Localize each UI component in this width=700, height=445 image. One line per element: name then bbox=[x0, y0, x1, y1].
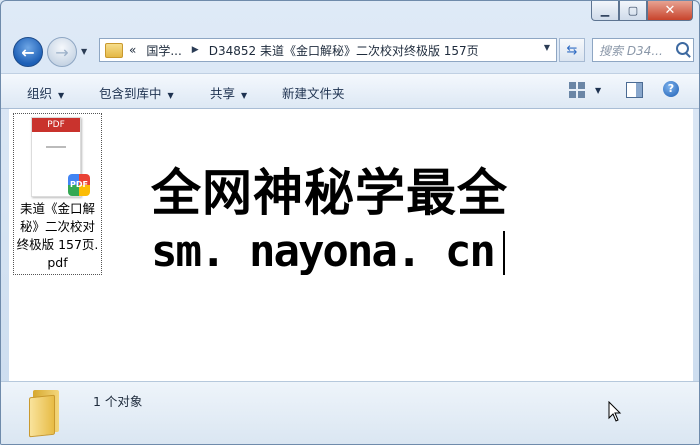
banner-line-2: sm. nayona. cn bbox=[151, 226, 496, 277]
organize-button[interactable]: 组织 ▼ bbox=[27, 83, 64, 102]
share-button[interactable]: 共享 ▼ bbox=[210, 83, 247, 102]
preview-pane-icon[interactable] bbox=[626, 82, 643, 98]
close-button[interactable]: ✕ bbox=[647, 1, 693, 21]
recent-pages-dropdown-icon[interactable]: ▼ bbox=[81, 47, 87, 56]
folder-icon bbox=[29, 390, 63, 438]
share-label: 共享 bbox=[210, 86, 236, 101]
item-count: 1 个对象 bbox=[93, 394, 143, 409]
watermark-banner: 全网神秘学最全 sm. nayona. cn bbox=[149, 161, 554, 285]
chevron-down-icon: ▼ bbox=[241, 91, 248, 100]
caption-buttons: ▁ ▢ ✕ bbox=[591, 1, 693, 21]
banner-line-1: 全网神秘学最全 bbox=[151, 164, 508, 222]
search-input[interactable]: 搜索 D34... bbox=[592, 38, 694, 62]
search-placeholder: 搜索 D34... bbox=[599, 43, 663, 58]
view-dropdown-icon[interactable]: ▼ bbox=[595, 86, 601, 95]
pdf-thumbnail-header: PDF bbox=[32, 118, 80, 132]
minimize-button[interactable]: ▁ bbox=[591, 1, 619, 21]
breadcrumb-segment[interactable]: 国学... bbox=[146, 42, 181, 59]
include-in-library-button[interactable]: 包含到库中 ▼ bbox=[99, 83, 174, 102]
folder-icon bbox=[105, 42, 123, 58]
change-view-icon[interactable] bbox=[569, 82, 585, 98]
search-icon[interactable] bbox=[676, 42, 689, 55]
include-in-library-label: 包含到库中 bbox=[99, 86, 162, 101]
chevron-down-icon: ▼ bbox=[58, 91, 65, 100]
file-name-line: 秘》二次校对 bbox=[19, 219, 95, 234]
breadcrumb-separator-icon[interactable]: ▶ bbox=[192, 45, 199, 55]
thumbnail-text-line bbox=[46, 146, 66, 148]
navigation-bar: ← → ▼ « 国学... ▶ D34852 耒道《金口解秘》二次校对终极版 1… bbox=[9, 35, 694, 67]
file-name-line: 终极版 157页. bbox=[16, 237, 99, 252]
details-pane: 1 个对象 bbox=[1, 381, 699, 444]
chevron-down-icon: ▼ bbox=[167, 91, 174, 100]
file-name-line: 耒道《金口解 bbox=[19, 201, 95, 216]
breadcrumb-segment-current[interactable]: D34852 耒道《金口解秘》二次校对终极版 157页 bbox=[209, 42, 479, 59]
file-name[interactable]: 耒道《金口解 秘》二次校对 终极版 157页. pdf bbox=[14, 200, 101, 272]
file-item[interactable]: PDF PDF 耒道《金口解 秘》二次校对 终极版 157页. pdf bbox=[13, 113, 102, 275]
explorer-window: ▁ ▢ ✕ ← → ▼ « 国学... ▶ D34852 耒道《金口解秘》二次校… bbox=[0, 0, 700, 445]
file-name-line: pdf bbox=[47, 255, 68, 270]
pdf-reader-icon: PDF bbox=[68, 174, 90, 196]
organize-label: 组织 bbox=[27, 86, 53, 101]
forward-button[interactable]: → bbox=[47, 37, 77, 67]
command-bar: 组织 ▼ 包含到库中 ▼ 共享 ▼ 新建文件夹 ▼ ? bbox=[1, 73, 699, 109]
refresh-button[interactable]: ⇆ bbox=[559, 38, 585, 62]
address-dropdown-icon[interactable]: ▼ bbox=[544, 43, 550, 52]
text-caret bbox=[503, 231, 505, 275]
help-icon[interactable]: ? bbox=[663, 81, 679, 97]
pdf-thumbnail: PDF PDF bbox=[31, 117, 90, 197]
file-list[interactable]: PDF PDF 耒道《金口解 秘》二次校对 终极版 157页. pdf 全网神秘… bbox=[9, 109, 693, 381]
breadcrumb-overflow[interactable]: « bbox=[129, 43, 136, 57]
address-bar[interactable]: « 国学... ▶ D34852 耒道《金口解秘》二次校对终极版 157页 ▼ bbox=[99, 38, 557, 62]
new-folder-button[interactable]: 新建文件夹 bbox=[282, 83, 345, 102]
back-button[interactable]: ← bbox=[13, 37, 43, 67]
maximize-button[interactable]: ▢ bbox=[619, 1, 647, 21]
